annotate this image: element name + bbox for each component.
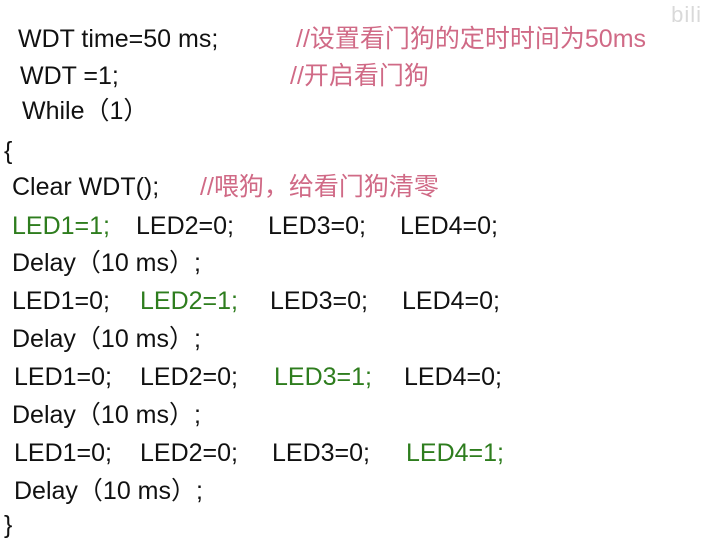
wdt-time-statement: WDT time=50 ms; bbox=[18, 25, 219, 53]
block1-led3: LED3=0; bbox=[268, 212, 366, 240]
while-statement: While（1） bbox=[22, 97, 149, 125]
block4-led1: LED1=0; bbox=[14, 439, 112, 467]
watermark-logo: bili bbox=[671, 2, 702, 27]
open-brace: { bbox=[4, 137, 13, 165]
close-brace: } bbox=[4, 511, 13, 539]
wdt-enable-comment: //开启看门狗 bbox=[290, 62, 429, 90]
wdt-time-comment: //设置看门狗的定时时间为50ms bbox=[296, 25, 647, 53]
block2-led2: LED2=1; bbox=[140, 287, 238, 315]
block3-led4: LED4=0; bbox=[404, 363, 502, 391]
block4-led2: LED2=0; bbox=[140, 439, 238, 467]
block3-led2: LED2=0; bbox=[140, 363, 238, 391]
wdt-enable-statement: WDT =1; bbox=[20, 62, 119, 90]
clear-wdt-comment: //喂狗，给看门狗清零 bbox=[200, 173, 439, 201]
block1-led4: LED4=0; bbox=[400, 212, 498, 240]
delay-statement-4: Delay（10 ms）; bbox=[14, 477, 203, 505]
block1-led2: LED2=0; bbox=[136, 212, 234, 240]
block2-led3: LED3=0; bbox=[270, 287, 368, 315]
delay-statement-1: Delay（10 ms）; bbox=[12, 249, 201, 277]
delay-statement-2: Delay（10 ms）; bbox=[12, 325, 201, 353]
block2-led4: LED4=0; bbox=[402, 287, 500, 315]
block1-led1: LED1=1; bbox=[12, 212, 110, 240]
code-slide: bili WDT time=50 ms; //设置看门狗的定时时间为50ms W… bbox=[0, 0, 706, 548]
block3-led1: LED1=0; bbox=[14, 363, 112, 391]
delay-statement-3: Delay（10 ms）; bbox=[12, 401, 201, 429]
clear-wdt-statement: Clear WDT(); bbox=[12, 173, 160, 201]
block3-led3: LED3=1; bbox=[274, 363, 372, 391]
block2-led1: LED1=0; bbox=[12, 287, 110, 315]
block4-led4: LED4=1; bbox=[406, 439, 504, 467]
block4-led3: LED3=0; bbox=[272, 439, 370, 467]
